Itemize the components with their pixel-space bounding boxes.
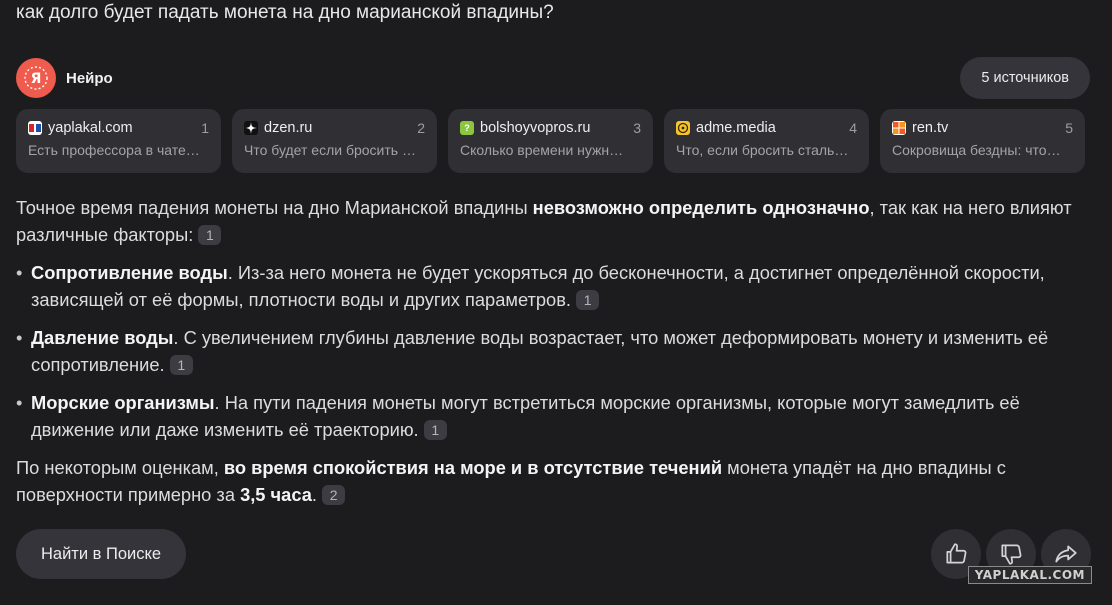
source-card-4[interactable]: adme.media 4 Что, если бросить сталь… [664, 109, 869, 173]
source-snippet: Что, если бросить сталь… [676, 142, 849, 158]
citation-badge[interactable]: 1 [576, 290, 600, 310]
source-number: 5 [1065, 120, 1073, 136]
watermark: YAPLAKAL.COM [967, 566, 1092, 584]
rentv-favicon-icon [892, 121, 906, 135]
citation-badge[interactable]: 2 [322, 485, 346, 505]
yaplakal-favicon-icon [28, 121, 42, 135]
thumbs-up-icon [946, 543, 967, 564]
factor-list: Сопротивление воды. Из-за него монета не… [16, 259, 1091, 443]
source-domain: bolshoyvopros.ru [480, 120, 591, 136]
sources-count-button[interactable]: 5 источников [960, 57, 1090, 99]
factor-title: Морские организмы [31, 392, 215, 413]
source-domain: adme.media [696, 120, 776, 136]
factor-title: Сопротивление воды [31, 262, 228, 283]
source-number: 3 [633, 120, 641, 136]
source-domain: ren.tv [912, 120, 949, 136]
source-snippet: Есть профессора в чате… [28, 142, 200, 158]
answer-intro: Точное время падения монеты на дно Мариа… [16, 194, 1091, 248]
neuro-answer-page: как долго будет падать монета на дно мар… [0, 0, 1112, 605]
conclusion-bold: во время спокойствия на море и в отсутст… [223, 457, 723, 478]
source-domain: yaplakal.com [48, 120, 133, 136]
brand-name: Нейро [66, 69, 113, 87]
list-item: Давление воды. С увеличением глубины дав… [16, 324, 1091, 378]
source-card-2[interactable]: dzen.ru 2 Что будет если бросить … [232, 109, 437, 173]
source-number: 1 [201, 120, 209, 136]
source-card-3[interactable]: ? bolshoyvopros.ru 3 Сколько времени нуж… [448, 109, 653, 173]
dzen-favicon-icon [244, 121, 258, 135]
brand-header: Я Нейро [16, 58, 113, 98]
source-card-1[interactable]: yaplakal.com 1 Есть профессора в чате… [16, 109, 221, 173]
source-card-5[interactable]: ren.tv 5 Сокровища бездны: что… [880, 109, 1085, 173]
user-question: как долго будет падать монета на дно мар… [16, 2, 554, 23]
bolshoyvopros-favicon-icon: ? [460, 121, 474, 135]
source-cards: yaplakal.com 1 Есть профессора в чате… d… [16, 109, 1085, 173]
thumbs-down-icon [1001, 544, 1022, 565]
answer-intro-text: Точное время падения монеты на дно Мариа… [16, 197, 533, 218]
find-in-search-button[interactable]: Найти в Поиске [16, 529, 187, 579]
citation-badge[interactable]: 1 [198, 225, 222, 245]
citation-badge[interactable]: 1 [169, 355, 193, 375]
source-snippet: Что будет если бросить … [244, 142, 416, 158]
source-number: 4 [849, 120, 857, 136]
answer-intro-bold: невозможно определить однозначно [532, 197, 870, 218]
share-icon [1055, 545, 1077, 563]
answer-conclusion: По некоторым оценкам, во время спокойств… [16, 454, 1091, 508]
source-domain: dzen.ru [264, 120, 313, 136]
answer-text: Точное время падения монеты на дно Мариа… [16, 194, 1091, 508]
conclusion-period: . [311, 484, 317, 505]
list-item: Морские организмы. На пути падения монет… [16, 389, 1091, 443]
list-item: Сопротивление воды. Из-за него монета не… [16, 259, 1091, 313]
conclusion-text: По некоторым оценкам, [16, 457, 224, 478]
source-snippet: Сокровища бездны: что… [892, 142, 1061, 158]
conclusion-time: 3,5 часа [240, 484, 312, 505]
adme-favicon-icon [676, 121, 690, 135]
source-number: 2 [417, 120, 425, 136]
svg-text:Я: Я [31, 71, 42, 87]
neuro-logo-icon: Я [16, 58, 56, 98]
source-snippet: Сколько времени нужн… [460, 142, 624, 158]
factor-title: Давление воды [31, 327, 174, 348]
citation-badge[interactable]: 1 [423, 420, 447, 440]
